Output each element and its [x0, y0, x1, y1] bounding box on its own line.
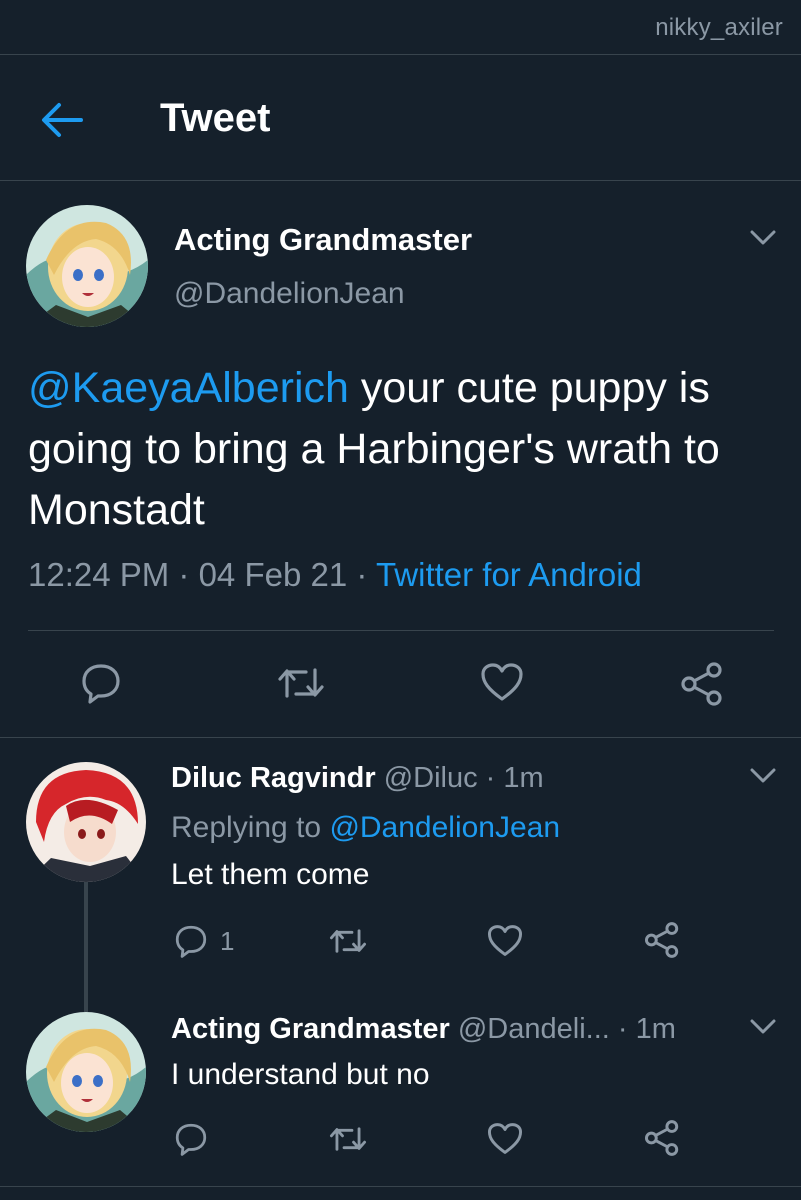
author-name[interactable]: Acting Grandmaster — [174, 222, 472, 258]
reply-more-button[interactable] — [745, 760, 781, 796]
speech-bubble-icon — [174, 1122, 208, 1156]
reply-text: I understand but no — [171, 1058, 430, 1091]
reply-author-handle[interactable]: @Diluc — [384, 762, 478, 794]
like-button[interactable] — [480, 662, 524, 702]
reply-count: 1 — [220, 925, 235, 956]
heart-icon — [480, 662, 524, 702]
replying-to: Replying to @DandelionJean — [171, 811, 560, 845]
meta-separator: · — [169, 556, 199, 593]
like-button[interactable] — [487, 1122, 523, 1155]
main-tweet-divider — [0, 737, 801, 738]
author-handle[interactable]: @DandelionJean — [174, 277, 405, 311]
retweet-button[interactable] — [328, 1124, 368, 1154]
tweet-meta: 12:24 PM · 04 Feb 21 · Twitter for Andro… — [28, 556, 642, 594]
reply-button[interactable] — [80, 662, 122, 704]
more-options-button[interactable] — [745, 222, 781, 258]
chevron-down-icon — [750, 230, 776, 251]
reply-button[interactable] — [174, 1122, 208, 1156]
share-icon — [680, 662, 724, 706]
heart-icon — [487, 1122, 523, 1155]
reply-author-name[interactable]: Acting Grandmaster — [171, 1013, 450, 1045]
tweet-text: @KaeyaAlberich your cute puppy is going … — [28, 358, 778, 541]
retweet-icon — [328, 1124, 368, 1154]
retweet-button[interactable] — [276, 664, 326, 702]
reply-time: 1m — [503, 762, 544, 794]
share-button[interactable] — [644, 922, 680, 958]
reply-more-button[interactable] — [745, 1011, 781, 1047]
bottom-divider — [0, 1186, 801, 1187]
meta-divider — [28, 630, 774, 631]
heart-icon — [487, 924, 523, 957]
chevron-down-icon — [750, 1019, 776, 1040]
tweet-time: 12:24 PM — [28, 556, 170, 593]
speech-bubble-icon — [174, 924, 208, 958]
tweet-mention[interactable]: @KaeyaAlberich — [28, 364, 349, 412]
replying-label: Replying to — [171, 811, 330, 844]
avatar[interactable] — [26, 205, 148, 327]
reply-author-handle[interactable]: @Dandeli... — [458, 1013, 610, 1045]
tweet-date: 04 Feb 21 — [198, 556, 348, 593]
speech-bubble-icon — [80, 662, 122, 704]
share-icon — [644, 1120, 680, 1156]
share-button[interactable] — [644, 1120, 680, 1156]
meta-separator: · — [609, 1013, 636, 1045]
reply-author-name[interactable]: Diluc Ragvindr — [171, 762, 376, 794]
thread-connector — [84, 882, 88, 1012]
watermark: nikky_axiler — [655, 14, 783, 41]
reply-header: Diluc Ragvindr @Diluc · 1m — [171, 762, 544, 795]
avatar[interactable] — [26, 762, 146, 882]
reply-time: 1m — [635, 1013, 676, 1045]
replying-to-mention[interactable]: @DandelionJean — [329, 811, 560, 844]
share-icon — [644, 922, 680, 958]
retweet-icon — [276, 664, 326, 702]
share-button[interactable] — [680, 662, 724, 706]
arrow-left-icon — [41, 102, 83, 143]
retweet-icon — [328, 926, 368, 956]
header-divider — [0, 180, 801, 181]
meta-separator: · — [347, 556, 376, 593]
tweet-source-link[interactable]: Twitter for Android — [376, 556, 642, 593]
reply-header: Acting Grandmaster @Dandeli... · 1m — [171, 1013, 676, 1046]
back-button[interactable] — [38, 98, 86, 146]
page-title: Tweet — [160, 96, 271, 140]
reply-text: Let them come — [171, 858, 370, 891]
like-button[interactable] — [487, 924, 523, 957]
reply-button[interactable]: 1 — [174, 924, 234, 958]
avatar[interactable] — [26, 1012, 146, 1132]
chevron-down-icon — [750, 768, 776, 789]
retweet-button[interactable] — [328, 926, 368, 956]
meta-separator: · — [477, 762, 504, 794]
top-divider — [0, 54, 801, 55]
